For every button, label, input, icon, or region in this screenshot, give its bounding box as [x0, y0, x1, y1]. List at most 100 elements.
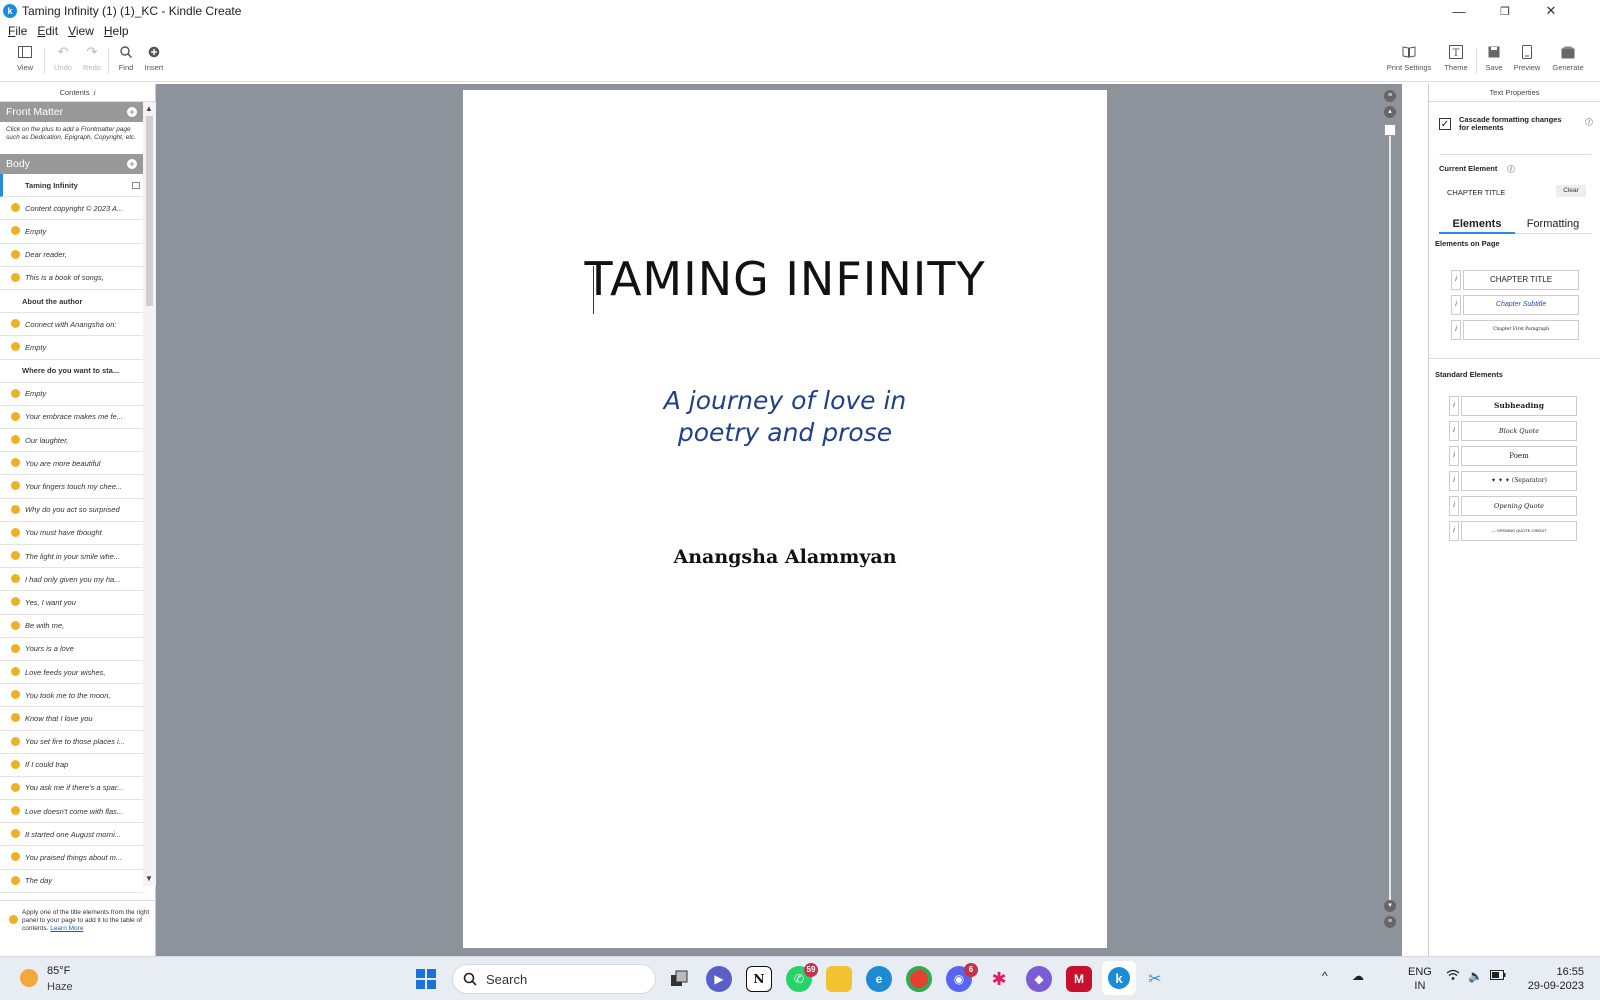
tab-formatting[interactable]: Formatting: [1515, 214, 1591, 234]
add-front-matter-plus-icon[interactable]: +: [127, 107, 137, 117]
print-settings-button[interactable]: Print Settings: [1384, 44, 1434, 72]
info-icon[interactable]: i: [1449, 521, 1459, 541]
toc-item[interactable]: Our laughter,: [0, 429, 143, 453]
clear-button[interactable]: Clear: [1556, 185, 1586, 197]
info-icon[interactable]: i: [1451, 295, 1461, 315]
weather-description[interactable]: Haze: [47, 981, 73, 993]
cascade-checkbox[interactable]: ✓: [1439, 118, 1451, 130]
close-window-button[interactable]: ✕: [1528, 0, 1574, 22]
scroll-track[interactable]: [1389, 134, 1391, 910]
toc-heading[interactable]: About the author: [0, 290, 143, 314]
info-icon[interactable]: i: [1451, 320, 1461, 340]
minimize-button[interactable]: —: [1436, 0, 1482, 22]
element-opening-quote-credit[interactable]: i — OPENING QUOTE CREDIT: [1449, 521, 1577, 541]
chapter-first-paragraph[interactable]: Anangsha Alammyan: [463, 546, 1107, 568]
redo-button[interactable]: ↷ Redo: [75, 44, 109, 72]
front-matter-section[interactable]: Front Matter +: [0, 102, 143, 122]
toc-item[interactable]: Content copyright © 2023 A...: [0, 197, 143, 221]
element-subheading[interactable]: i Subheading: [1449, 396, 1577, 416]
show-hidden-icons-chevron-icon[interactable]: ^: [1322, 969, 1328, 983]
toc-item[interactable]: Know that I love you: [0, 707, 143, 731]
scroll-thumb[interactable]: [1384, 124, 1396, 136]
generate-button[interactable]: Generate: [1549, 44, 1587, 72]
battery-icon[interactable]: [1490, 969, 1506, 983]
task-view-icon[interactable]: [666, 966, 692, 992]
whatsapp-icon[interactable]: ✆ 59: [786, 963, 818, 992]
toc-item[interactable]: Empty: [0, 336, 143, 360]
view-button[interactable]: View: [8, 44, 42, 72]
teams-chat-icon[interactable]: ▶: [706, 966, 732, 992]
document-page[interactable]: TAMING INFINITY A journey of love in poe…: [463, 90, 1107, 948]
system-clock[interactable]: 16:55 29-09-2023: [1520, 965, 1584, 993]
volume-icon[interactable]: 🔈: [1468, 969, 1483, 983]
taskbar-search[interactable]: Search: [452, 964, 656, 994]
toc-item[interactable]: This is a book of songs,: [0, 267, 143, 290]
toc-item[interactable]: It started one August morni...: [0, 823, 143, 847]
info-icon[interactable]: i: [1449, 496, 1459, 516]
insert-button[interactable]: Insert: [137, 44, 171, 72]
previous-page-icon[interactable]: ▴: [1384, 106, 1396, 118]
toc-item[interactable]: If I could trap: [0, 754, 143, 777]
chapter-subtitle[interactable]: A journey of love in poetry and prose: [463, 385, 1107, 449]
chrome-browser-icon[interactable]: [906, 966, 932, 992]
input-language-indicator[interactable]: ENG IN: [1408, 965, 1432, 993]
info-icon[interactable]: i: [1449, 471, 1459, 491]
info-icon[interactable]: i: [1449, 446, 1459, 466]
element-opening-quote[interactable]: i Opening Quote: [1449, 496, 1577, 516]
toc-item[interactable]: Empty: [0, 383, 143, 406]
chapter-title[interactable]: TAMING INFINITY: [463, 252, 1107, 306]
toc-heading[interactable]: Taming Infinity: [0, 174, 143, 198]
toc-item[interactable]: Your embrace makes me fe...: [0, 406, 143, 430]
toc-item[interactable]: You praised things about m...: [0, 846, 143, 870]
contents-scrollbar[interactable]: ▲ ▼: [143, 102, 156, 886]
toc-item[interactable]: Love feeds your wishes,: [0, 661, 143, 685]
toc-item[interactable]: Empty: [0, 220, 143, 244]
info-icon[interactable]: i: [94, 88, 96, 97]
maximize-button[interactable]: ❐: [1482, 0, 1528, 22]
page-scrollbar[interactable]: ≡ ▴ ▾ ≡: [1382, 90, 1398, 946]
tab-elements[interactable]: Elements: [1439, 214, 1515, 234]
info-icon[interactable]: i: [1449, 421, 1459, 441]
next-page-icon[interactable]: ▾: [1384, 900, 1396, 912]
element-chapter-title[interactable]: i CHAPTER TITLE: [1451, 270, 1579, 290]
toc-item[interactable]: You set fire to those places i...: [0, 731, 143, 754]
save-button[interactable]: Save: [1477, 44, 1511, 72]
scroll-up-arrow-icon[interactable]: ▲: [145, 104, 153, 113]
toc-item[interactable]: The light in your smile whe...: [0, 545, 143, 569]
file-explorer-icon[interactable]: [826, 966, 852, 992]
toc-item[interactable]: Connect with Anangsha on:: [0, 313, 143, 337]
menu-file[interactable]: File: [8, 24, 27, 38]
weather-temperature[interactable]: 85°F: [47, 965, 70, 977]
cloud-sync-icon[interactable]: ☁: [1352, 969, 1364, 983]
info-icon[interactable]: i: [1585, 118, 1593, 126]
info-icon[interactable]: i: [1507, 165, 1515, 173]
preview-button[interactable]: Preview: [1510, 44, 1544, 72]
theme-button[interactable]: T Theme: [1439, 44, 1473, 72]
toc-item[interactable]: Be with me,: [0, 615, 143, 638]
slack-icon[interactable]: ✱: [986, 966, 1012, 992]
last-page-icon[interactable]: ≡: [1384, 916, 1396, 928]
toc-heading[interactable]: Where do you want to sta...: [0, 360, 143, 383]
mcafee-shield-icon[interactable]: M: [1066, 966, 1092, 992]
element-poem[interactable]: i Poem: [1449, 446, 1577, 466]
heading-options-icon[interactable]: [132, 182, 140, 189]
toc-item[interactable]: You ask me if there's a spar...: [0, 777, 143, 801]
toc-item[interactable]: Dear reader,: [0, 244, 143, 267]
info-icon[interactable]: i: [1451, 270, 1461, 290]
element-separator[interactable]: i ✦ ✦ ✦ (Separator): [1449, 471, 1577, 491]
learn-more-link[interactable]: Learn More: [50, 925, 83, 932]
toc-item[interactable]: You are more beautiful: [0, 452, 143, 476]
notion-icon[interactable]: N: [746, 966, 772, 992]
body-section[interactable]: Body +: [0, 154, 143, 174]
edge-browser-icon[interactable]: e: [866, 966, 892, 992]
start-button[interactable]: [416, 969, 436, 989]
toc-item[interactable]: The day: [0, 870, 143, 893]
toc-item[interactable]: Your fingers touch my chee...: [0, 475, 143, 499]
element-block-quote[interactable]: i Block Quote: [1449, 421, 1577, 441]
kindle-create-taskbar-button[interactable]: k: [1102, 961, 1136, 995]
add-body-plus-icon[interactable]: +: [127, 159, 137, 169]
scroll-down-arrow-icon[interactable]: ▼: [145, 874, 153, 883]
snipping-tool-icon[interactable]: ✂: [1142, 966, 1168, 992]
first-page-icon[interactable]: ≡: [1384, 90, 1396, 102]
toc-item[interactable]: Yes, I want you: [0, 591, 143, 615]
